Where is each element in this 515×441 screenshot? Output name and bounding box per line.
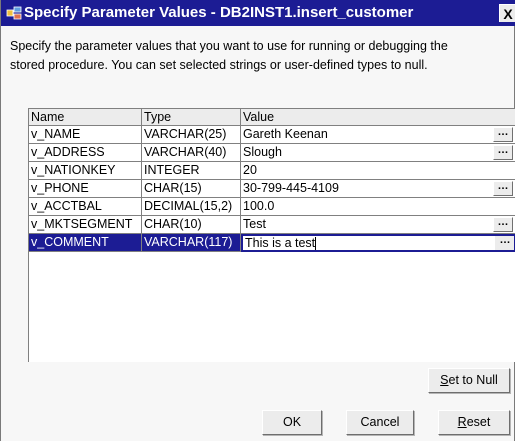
window-title: Specify Parameter Values - DB2INST1.inse… bbox=[24, 4, 414, 21]
instructions-line-2: stored procedure. You can set selected s… bbox=[10, 58, 428, 72]
param-value-text: 30-799-445-4109 bbox=[243, 181, 339, 195]
param-type-cell[interactable]: DECIMAL(15,2) bbox=[142, 198, 241, 216]
set-to-null-mnemonic: S bbox=[440, 373, 449, 387]
parameter-values-dialog: Specify Parameter Values - DB2INST1.inse… bbox=[0, 0, 515, 441]
column-header-name[interactable]: Name bbox=[29, 109, 142, 126]
table-row-v-name[interactable]: v_NAME VARCHAR(25) Gareth Keenan … bbox=[29, 126, 515, 144]
param-name-cell[interactable]: v_PHONE bbox=[29, 180, 142, 198]
param-value-editor[interactable]: This is a test … bbox=[241, 234, 515, 252]
param-value-text: 100.0 bbox=[243, 199, 275, 213]
table-row-v-phone[interactable]: v_PHONE CHAR(15) 30-799-445-4109 … bbox=[29, 180, 515, 198]
edit-value-ellipsis-button[interactable]: … bbox=[493, 217, 513, 232]
table-row-v-acctbal[interactable]: v_ACCTBAL DECIMAL(15,2) 100.0 bbox=[29, 198, 515, 216]
param-value-text: Gareth Keenan bbox=[243, 127, 328, 141]
reset-button[interactable]: Reset bbox=[438, 410, 510, 435]
title-bar[interactable]: Specify Parameter Values - DB2INST1.inse… bbox=[1, 0, 515, 26]
ok-button[interactable]: OK bbox=[262, 410, 322, 435]
reset-mnemonic: R bbox=[457, 415, 467, 429]
param-type-cell[interactable]: CHAR(15) bbox=[142, 180, 241, 198]
param-value-cell[interactable]: Slough … bbox=[241, 144, 515, 162]
edit-value-ellipsis-button[interactable]: … bbox=[493, 127, 513, 142]
param-value-cell[interactable]: 100.0 bbox=[241, 198, 515, 216]
table-row-v-nationkey[interactable]: v_NATIONKEY INTEGER 20 bbox=[29, 162, 515, 180]
cancel-button[interactable]: Cancel bbox=[346, 410, 414, 435]
table-row-v-address[interactable]: v_ADDRESS VARCHAR(40) Slough … bbox=[29, 144, 515, 162]
param-name-cell[interactable]: v_NATIONKEY bbox=[29, 162, 142, 180]
instructions-line-1: Specify the parameter values that you wa… bbox=[10, 39, 448, 53]
close-button[interactable]: X bbox=[499, 4, 515, 22]
param-type-cell[interactable]: VARCHAR(25) bbox=[142, 126, 241, 144]
edit-value-ellipsis-button[interactable]: … bbox=[493, 181, 513, 196]
parameters-table[interactable]: Name Type Value v_NAME VARCHAR(25) Garet… bbox=[28, 108, 515, 362]
edit-value-ellipsis-button[interactable]: … bbox=[493, 145, 513, 160]
text-caret bbox=[315, 237, 317, 250]
instructions-text: Specify the parameter values that you wa… bbox=[10, 37, 510, 75]
param-name-cell[interactable]: v_NAME bbox=[29, 126, 142, 144]
param-value-text: Test bbox=[243, 217, 266, 231]
param-name-cell[interactable]: v_ADDRESS bbox=[29, 144, 142, 162]
edit-value-ellipsis-button[interactable]: … bbox=[494, 236, 514, 250]
param-type-cell[interactable]: VARCHAR(40) bbox=[142, 144, 241, 162]
reset-label: eset bbox=[466, 415, 491, 429]
database-procedure-icon bbox=[6, 5, 22, 21]
column-header-type[interactable]: Type bbox=[142, 109, 241, 126]
param-value-cell[interactable]: 30-799-445-4109 … bbox=[241, 180, 515, 198]
set-to-null-label: et to Null bbox=[448, 373, 498, 387]
param-name-cell[interactable]: v_COMMENT bbox=[29, 234, 142, 252]
param-value-cell[interactable]: Gareth Keenan … bbox=[241, 126, 515, 144]
param-type-cell[interactable]: INTEGER bbox=[142, 162, 241, 180]
param-name-cell[interactable]: v_ACCTBAL bbox=[29, 198, 142, 216]
table-row-v-mktsegment[interactable]: v_MKTSEGMENT CHAR(10) Test … bbox=[29, 216, 515, 234]
param-value-text: This is a test bbox=[245, 236, 316, 250]
param-value-cell[interactable]: Test … bbox=[241, 216, 515, 234]
set-to-null-button[interactable]: Set to Null bbox=[428, 368, 510, 393]
param-value-cell[interactable]: 20 bbox=[241, 162, 515, 180]
column-header-value[interactable]: Value bbox=[241, 109, 515, 126]
table-row-v-comment[interactable]: v_COMMENT VARCHAR(117) This is a test … bbox=[29, 234, 515, 252]
param-name-cell[interactable]: v_MKTSEGMENT bbox=[29, 216, 142, 234]
param-value-text: Slough bbox=[243, 145, 282, 159]
param-value-text: 20 bbox=[243, 163, 257, 177]
param-type-cell[interactable]: VARCHAR(117) bbox=[142, 234, 241, 252]
param-type-cell[interactable]: CHAR(10) bbox=[142, 216, 241, 234]
